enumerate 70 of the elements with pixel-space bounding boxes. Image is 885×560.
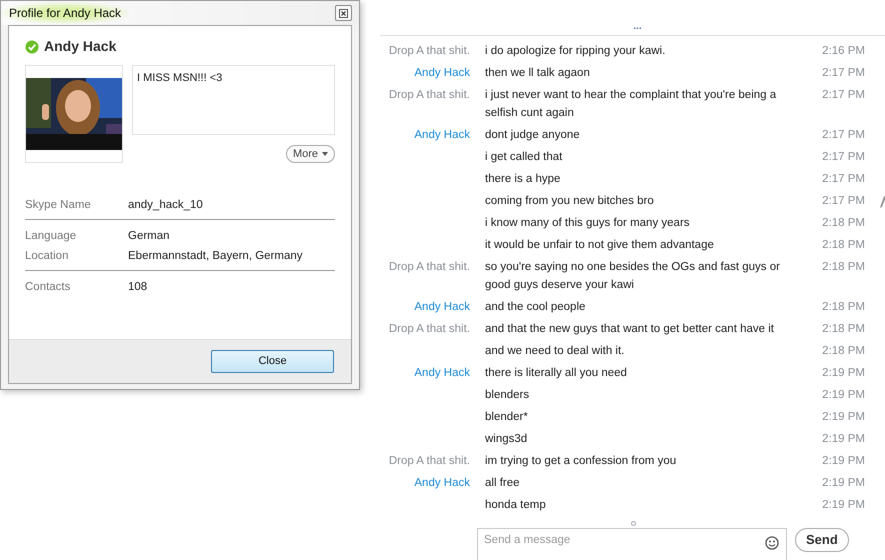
message-time: 2:18 PM — [822, 301, 865, 313]
message-text: and the cool people — [485, 301, 586, 313]
message-time: 2:17 PM — [822, 151, 865, 163]
message-text: i do apologize for ripping your kawi. — [485, 45, 666, 57]
field-label: Location — [25, 249, 70, 264]
more-button[interactable]: More — [286, 144, 335, 163]
message-text: i get called that — [485, 151, 562, 163]
sender-name[interactable]: Andy Hack — [414, 301, 470, 313]
message-time: 2:18 PM — [822, 345, 865, 357]
resize-handle[interactable] — [631, 521, 636, 526]
field-label: Skype Name — [25, 198, 92, 213]
message-time: 2:17 PM — [822, 195, 865, 207]
message-text: and we need to deal with it. — [485, 345, 624, 357]
message-text: it would be unfair to not give them advantage — [485, 239, 714, 251]
message-time: 2:17 PM — [822, 67, 865, 79]
message-input[interactable]: Send a message — [477, 528, 787, 560]
message-time: 2:16 PM — [822, 45, 865, 57]
field-value: andy_hack_10 — [128, 198, 204, 213]
message-time: 2:17 PM — [822, 89, 865, 101]
close-button[interactable] — [335, 5, 352, 21]
message-time: 2:17 PM — [822, 173, 865, 185]
message-text: there is literally all you need — [485, 367, 627, 379]
sender-name[interactable]: Drop A that shit. — [388, 45, 470, 57]
sender-name[interactable]: Andy Hack — [414, 477, 470, 489]
close-icon — [339, 8, 348, 18]
field-value: Ebermannstadt, Bayern, Germany — [128, 249, 304, 264]
emoticon-icon[interactable] — [765, 536, 779, 550]
field-label: Language — [25, 229, 78, 244]
message-time: 2:18 PM — [822, 323, 865, 335]
field-label: Contacts — [25, 280, 72, 295]
field-value: German — [128, 229, 171, 244]
sender-name[interactable]: Drop A that shit. — [388, 323, 470, 335]
message-text: coming from you new bitches bro — [485, 195, 654, 207]
message-time: 2:19 PM — [822, 367, 865, 379]
message-time: 2:18 PM — [822, 217, 865, 229]
message-time: 2:18 PM — [822, 239, 865, 251]
message-time: 2:17 PM — [822, 129, 865, 141]
mood-message: I MISS MSN!!! <3 — [132, 65, 335, 134]
message-time: 2:19 PM — [822, 477, 865, 489]
message-text: i know many of this guys for many years — [485, 217, 690, 229]
message-time: 2:19 PM — [822, 455, 865, 467]
message-time: 2:19 PM — [822, 499, 865, 511]
sender-name[interactable]: Drop A that shit. — [388, 455, 470, 467]
message-time: 2:18 PM — [822, 261, 865, 273]
caret-icon — [322, 152, 328, 156]
message-text: all free — [485, 477, 520, 489]
sender-name[interactable]: Andy Hack — [414, 67, 470, 79]
message-time: 2:19 PM — [822, 389, 865, 401]
message-text: and that the new guys that want to get better cant have it — [485, 323, 774, 335]
sender-name[interactable]: Drop A that shit. — [388, 89, 470, 101]
message-text: then we ll talk agaon — [485, 67, 590, 79]
message-text: dont judge anyone — [485, 129, 580, 141]
message-text: honda temp — [485, 499, 546, 511]
contact-name: Andy Hack — [44, 37, 116, 56]
sender-name[interactable]: Andy Hack — [414, 129, 470, 141]
message-text: im trying to get a confession from you — [485, 455, 676, 467]
online-status-icon — [25, 40, 39, 54]
message-time: 2:19 PM — [822, 411, 865, 423]
message-text: blenders — [485, 389, 530, 401]
message-time: 2:19 PM — [822, 433, 865, 445]
message-text: blender* — [485, 411, 528, 423]
sender-name[interactable]: Drop A that shit. — [388, 261, 470, 273]
message-text: wings3d — [485, 433, 528, 445]
sender-name[interactable]: Andy Hack — [414, 367, 470, 379]
message-text: there is a hype — [485, 173, 560, 185]
field-value: 108 — [128, 280, 148, 295]
close-button[interactable]: Close — [211, 350, 334, 373]
window-title: Profile for Andy Hack — [1, 2, 130, 24]
more-messages-indicator[interactable]: ... — [633, 24, 642, 35]
send-button[interactable]: Send — [795, 528, 849, 552]
